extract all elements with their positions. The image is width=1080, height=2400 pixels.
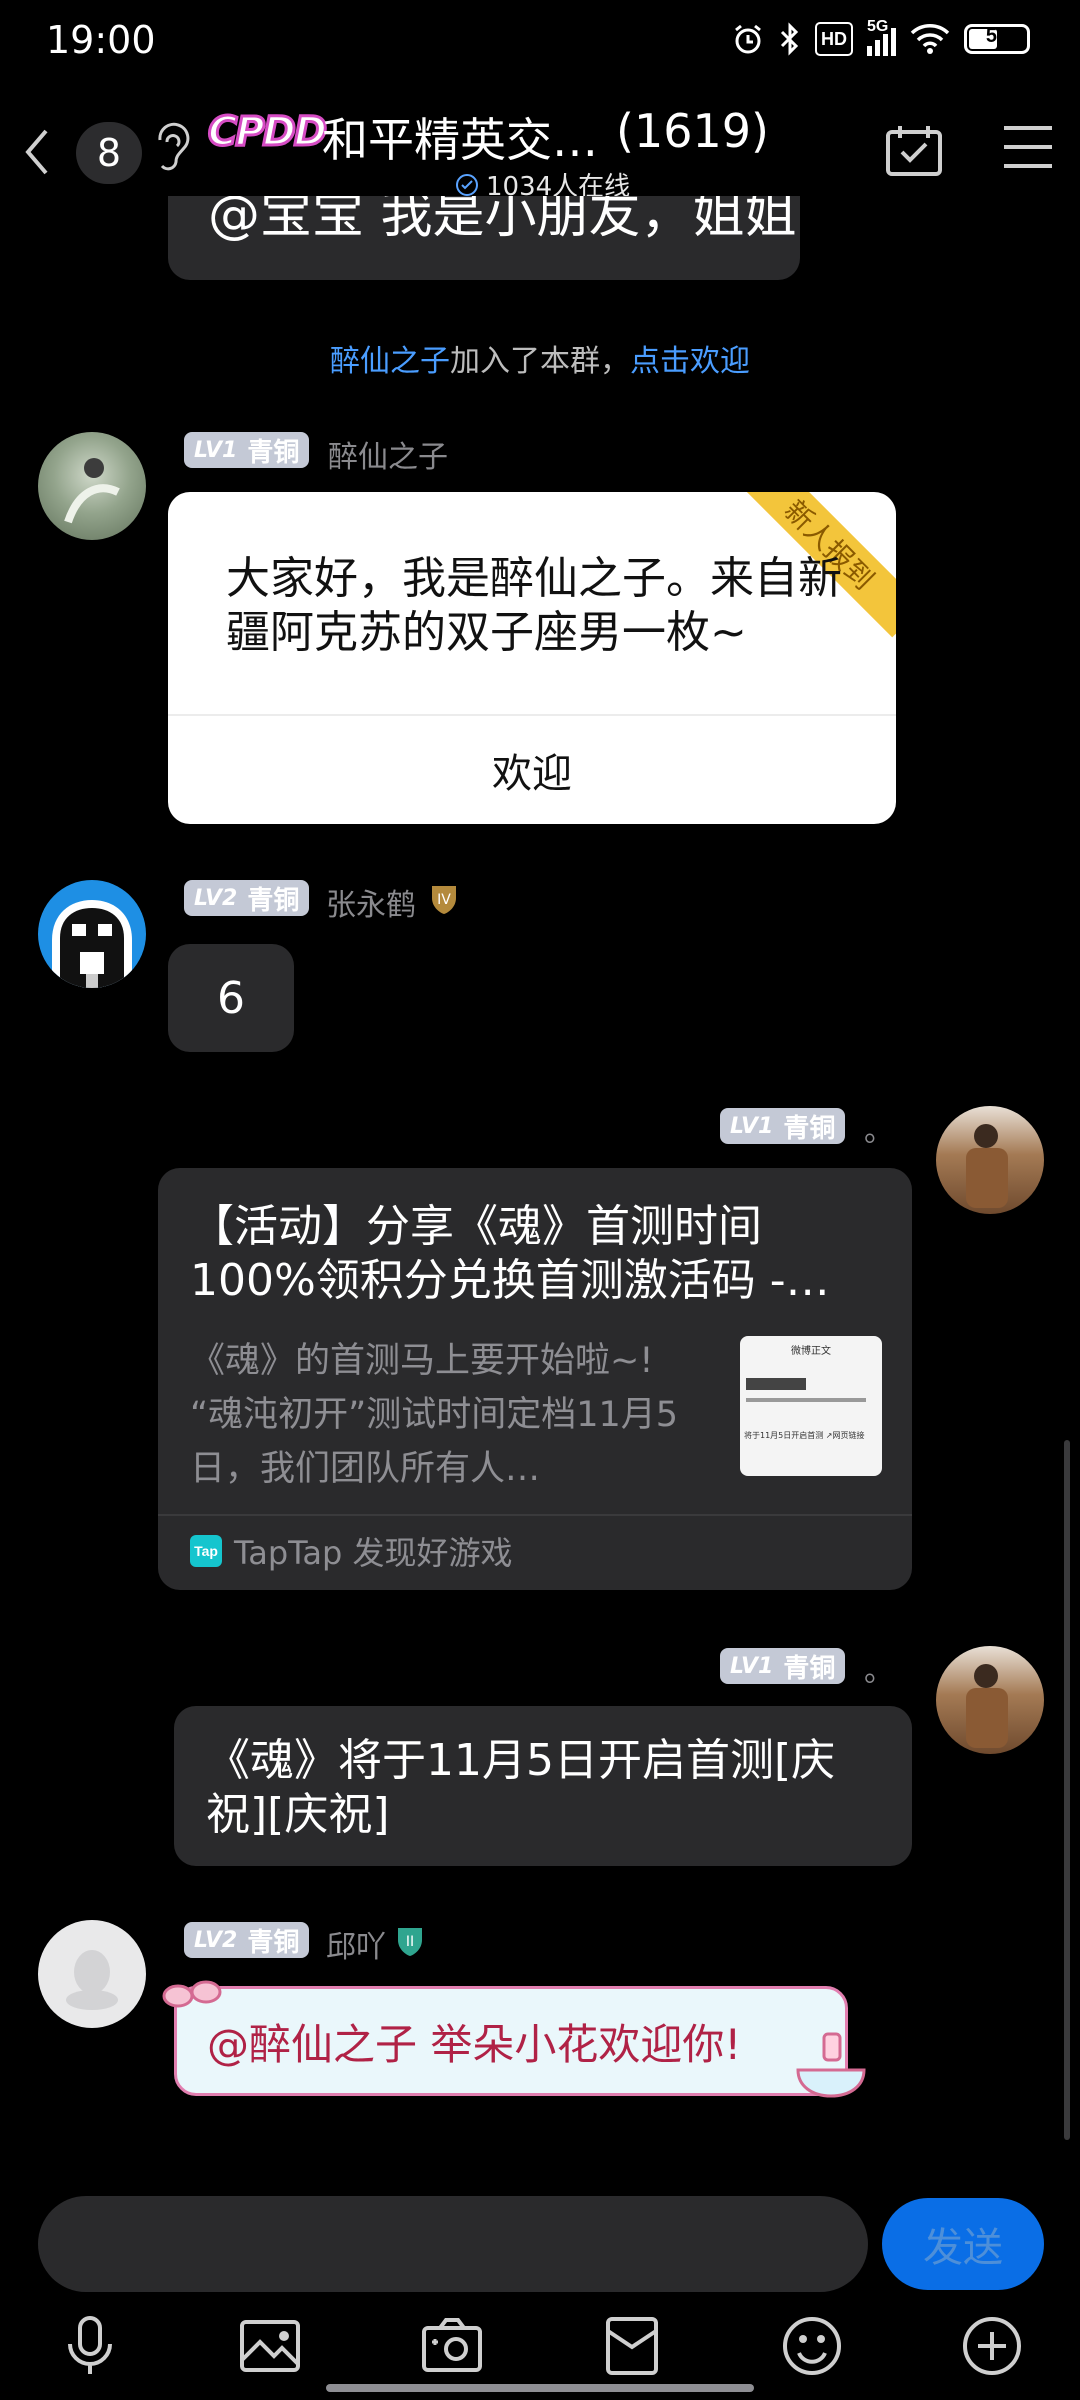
avatar[interactable] — [38, 880, 146, 988]
taptap-icon: Tap — [190, 1535, 222, 1567]
welcome-button[interactable]: 欢迎 — [168, 716, 896, 824]
image-icon[interactable] — [234, 2310, 306, 2382]
camera-icon[interactable] — [416, 2310, 488, 2382]
new-member-text: 大家好，我是醉仙之子。来自新疆阿克苏的双子座男一枚~ — [226, 553, 842, 658]
level-badge: LV1 青铜 — [184, 432, 310, 468]
plus-icon[interactable] — [956, 2310, 1028, 2382]
back-button[interactable] — [10, 120, 64, 184]
avatar[interactable] — [38, 432, 146, 540]
network-type: 5G — [867, 18, 889, 35]
link-title: 【活动】分享《魂》首测时间100%领积分兑换首测激活码 -… — [190, 1201, 830, 1306]
unread-badge[interactable]: 8 — [76, 122, 142, 184]
bathtub-decoration-icon — [796, 2032, 866, 2098]
message-bubble-partial[interactable]: @宝宝 我是小朋友，姐姐 — [168, 196, 800, 280]
avatar[interactable] — [936, 1646, 1044, 1754]
calendar-check-icon[interactable] — [884, 122, 944, 178]
message-bubble[interactable]: 6 — [168, 944, 294, 1052]
link-description: 《魂》的首测马上要开始啦~! “魂沌初开”测试时间定档11月5日，我们团队所有人… — [190, 1341, 679, 1489]
send-button[interactable]: 发送 — [882, 2198, 1044, 2290]
red-packet-icon[interactable] — [596, 2310, 668, 2382]
new-member-card[interactable]: 新人报到 大家好，我是醉仙之子。来自新疆阿克苏的双子座男一枚~ 欢迎 — [168, 492, 896, 824]
system-user-link[interactable]: 醉仙之子 — [330, 344, 450, 379]
system-message: 醉仙之子加入了本群，点击欢迎 — [330, 344, 750, 379]
link-source: Tap TapTap 发现好游戏 — [190, 1528, 513, 1574]
shared-link-card[interactable]: 【活动】分享《魂》首测时间100%领积分兑换首测激活码 -… 《魂》的首测马上要… — [158, 1168, 912, 1590]
sender-nickname[interactable]: 。 — [864, 1106, 894, 1150]
menu-icon[interactable] — [1000, 122, 1056, 172]
signal-icon: 5G — [867, 18, 896, 56]
emoji-icon[interactable] — [776, 2310, 848, 2382]
rank-shield-icon: IV — [432, 886, 456, 914]
hd-icon: HD — [815, 22, 853, 56]
sender-nickname[interactable]: 醉仙之子 — [328, 432, 448, 476]
group-logo: CPDD — [206, 108, 328, 157]
mic-icon[interactable] — [54, 2310, 126, 2382]
bluetooth-icon — [780, 22, 799, 56]
svg-text:IV: IV — [437, 892, 451, 908]
level-badge: LV1 青铜 — [720, 1108, 846, 1144]
alarm-icon — [735, 24, 761, 54]
avatar[interactable] — [936, 1106, 1044, 1214]
member-count: (1619) — [616, 104, 769, 158]
message-bubble[interactable]: 《魂》将于11月5日开启首测[庆祝][庆祝] — [174, 1706, 912, 1866]
svg-text:II: II — [406, 1934, 414, 1950]
home-indicator[interactable] — [326, 2384, 754, 2392]
message-input[interactable] — [38, 2196, 868, 2292]
battery-icon: 54 — [964, 24, 1030, 54]
sender-nickname[interactable]: 张永鹤 — [326, 880, 416, 924]
level-badge: LV2 青铜 — [184, 1922, 310, 1958]
sender-nickname[interactable]: 。 — [864, 1646, 894, 1690]
goggles-decoration-icon — [162, 1980, 222, 2008]
ear-icon[interactable] — [152, 118, 192, 178]
divider — [158, 1514, 912, 1516]
status-time: 19:00 — [46, 18, 156, 62]
sender-nickname[interactable]: 邱吖 — [326, 1922, 386, 1966]
level-badge: LV1 青铜 — [720, 1648, 846, 1684]
decorated-message-bubble[interactable]: @醉仙之子 举朵小花欢迎你! — [174, 1986, 848, 2096]
default-avatar[interactable] — [38, 1920, 146, 2028]
wifi-icon — [910, 24, 950, 54]
status-icons: HD 5G 54 — [731, 18, 1030, 56]
group-title[interactable]: 和平精英交… — [322, 104, 598, 170]
check-circle-icon — [456, 173, 478, 196]
rank-shield-icon: II — [398, 1928, 422, 1956]
input-toolbar — [0, 2310, 1080, 2382]
scrollbar[interactable] — [1064, 1440, 1070, 2140]
level-badge: LV2 青铜 — [184, 880, 310, 916]
welcome-link[interactable]: 点击欢迎 — [630, 344, 750, 379]
chevron-left-icon — [25, 129, 48, 175]
link-thumbnail: 微博正文 将于11月5日开启首测 ↗网页链接 — [740, 1336, 882, 1476]
